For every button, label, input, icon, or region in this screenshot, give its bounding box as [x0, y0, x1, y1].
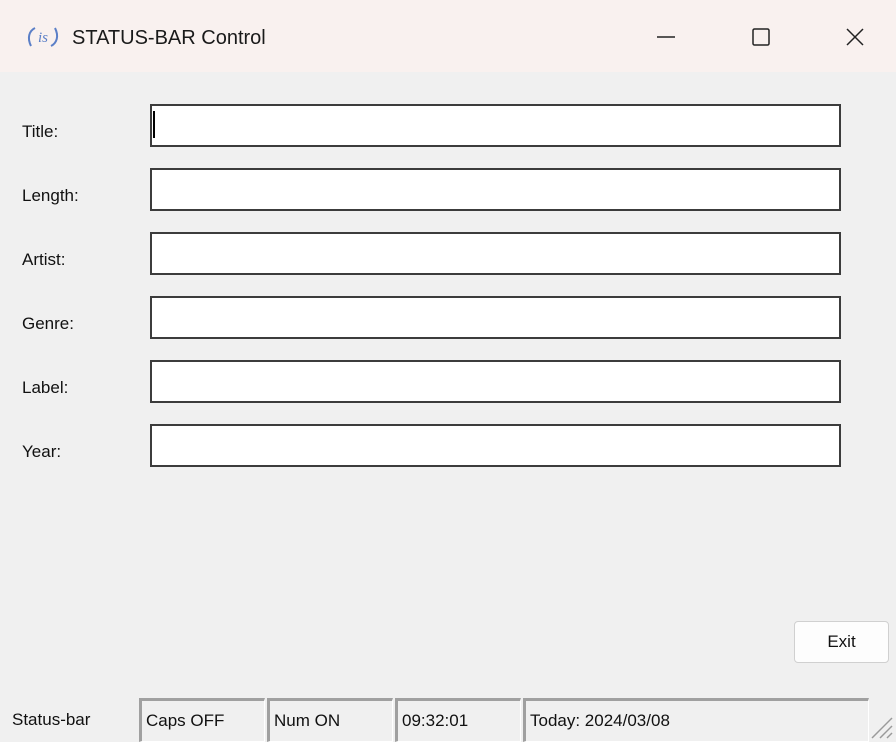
- genre-label: Genre:: [22, 314, 74, 333]
- length-field[interactable]: [150, 168, 841, 211]
- label-label: Label:: [22, 378, 69, 397]
- title-bar[interactable]: is STATUS-BAR Control: [0, 0, 896, 72]
- status-bar: Status-bar Caps OFF Num ON 09:32:01 Toda…: [0, 698, 896, 742]
- status-pane-date: Today: 2024/03/08: [523, 698, 869, 742]
- resize-grip-icon[interactable]: [868, 712, 894, 740]
- exit-button[interactable]: Exit: [794, 621, 889, 663]
- length-label: Length:: [22, 186, 79, 205]
- maximize-icon: [752, 28, 770, 46]
- genre-field[interactable]: [150, 296, 841, 339]
- status-pane-num: Num ON: [267, 698, 393, 742]
- artist-label: Artist:: [22, 250, 66, 269]
- app-window: is STATUS-BAR Control Title: Length: Art…: [0, 0, 896, 742]
- form-area: Title: Length: Artist: Genre: Label: Yea…: [0, 72, 896, 742]
- is-logo-icon: is: [27, 27, 59, 47]
- minimize-button[interactable]: [640, 14, 692, 60]
- label-field[interactable]: [150, 360, 841, 403]
- close-icon: [846, 28, 864, 46]
- status-pane-label: Status-bar: [12, 710, 91, 729]
- title-label: Title:: [22, 122, 59, 141]
- maximize-button[interactable]: [735, 14, 787, 60]
- year-field[interactable]: [150, 424, 841, 467]
- year-label: Year:: [22, 442, 62, 461]
- window-title: STATUS-BAR Control: [72, 27, 266, 49]
- status-pane-caps: Caps OFF: [139, 698, 265, 742]
- logo-text: is: [38, 30, 48, 46]
- text-caret: [153, 111, 155, 138]
- status-pane-time: 09:32:01: [395, 698, 521, 742]
- artist-field[interactable]: [150, 232, 841, 275]
- title-field[interactable]: [150, 104, 841, 147]
- minimize-icon: [657, 36, 675, 38]
- close-button[interactable]: [829, 14, 881, 60]
